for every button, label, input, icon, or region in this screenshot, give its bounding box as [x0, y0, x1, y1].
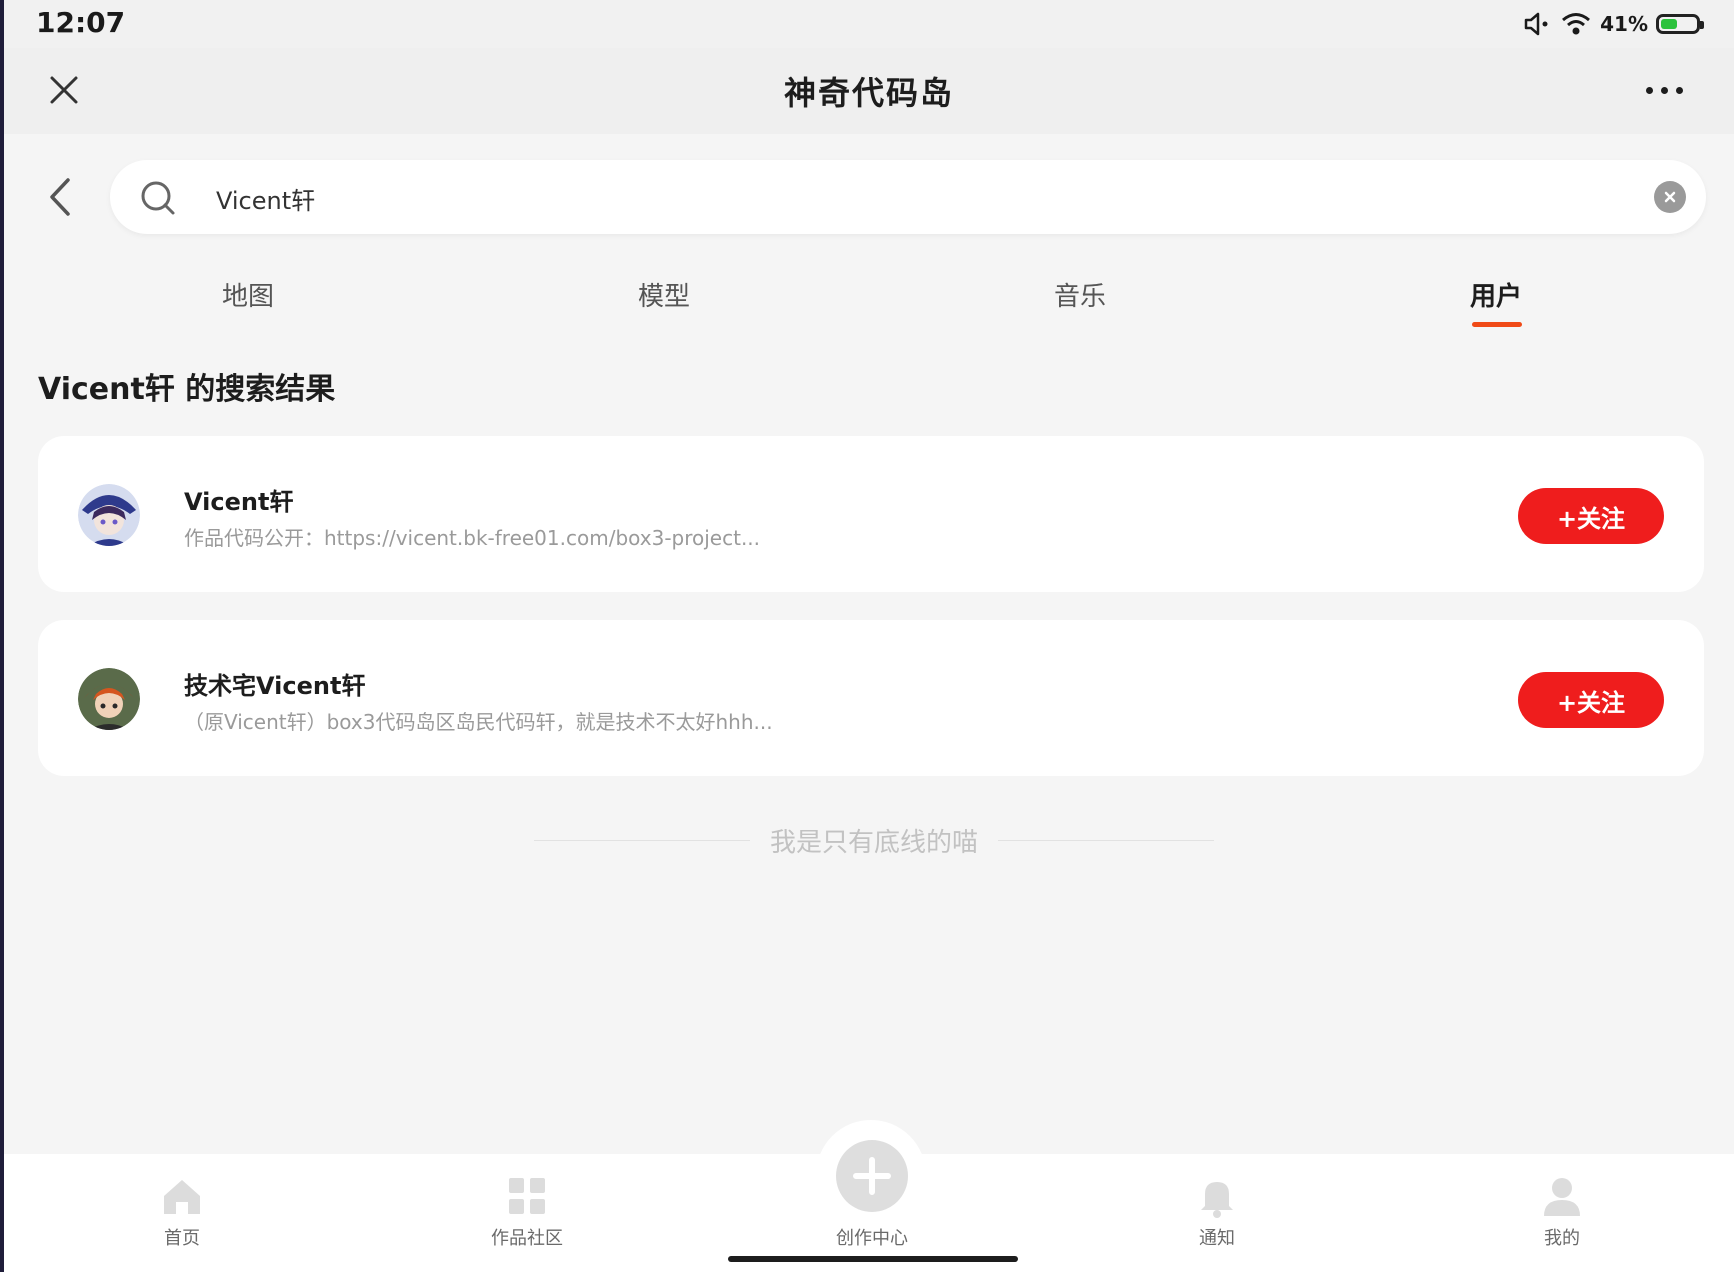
status-indicators: 41%	[1522, 8, 1704, 40]
battery-percent: 41%	[1600, 12, 1648, 36]
tab-music[interactable]: 音乐	[980, 276, 1180, 313]
avatar[interactable]	[78, 668, 140, 730]
user-name[interactable]: 技术宅Vicent轩	[184, 666, 365, 701]
nav-item-community[interactable]: 作品社区	[447, 1172, 607, 1250]
tab-label: 音乐	[1053, 282, 1106, 312]
result-heading: Vicent轩 的搜索结果	[38, 372, 336, 407]
user-description: （原Vicent轩）box3代码岛区岛民代码轩，就是技术不太好hhh...	[184, 710, 773, 734]
avatar[interactable]	[78, 484, 140, 546]
plus-circle-icon[interactable]	[836, 1140, 908, 1212]
tab-label: 地图	[221, 282, 274, 312]
clear-x-icon	[1664, 191, 1676, 203]
tab-active-indicator	[1472, 322, 1522, 327]
nav-label: 通知	[1199, 1228, 1235, 1249]
user-name[interactable]: Vicent轩	[184, 482, 293, 517]
follow-button[interactable]: +关注	[1518, 672, 1664, 728]
divider-line	[534, 839, 750, 841]
title-bar: 神奇代码岛	[4, 48, 1734, 134]
more-icon[interactable]	[1646, 78, 1694, 102]
grid-icon	[509, 1178, 545, 1214]
more-dot	[1646, 86, 1653, 94]
user-description: 作品代码公开：https://vicent.bk-free01.com/box3…	[184, 526, 761, 550]
tab-map[interactable]: 地图	[148, 276, 348, 313]
tab-label: 用户	[1469, 282, 1522, 312]
tab-model[interactable]: 模型	[564, 276, 764, 313]
nav-label: 创作中心	[836, 1228, 908, 1249]
more-dot	[1676, 86, 1683, 94]
nav-item-home[interactable]: 首页	[102, 1172, 262, 1250]
more-dot	[1661, 86, 1668, 94]
home-indicator[interactable]	[728, 1256, 1018, 1262]
divider-line	[998, 839, 1215, 841]
category-tabs: 地图 模型 音乐 用户	[4, 276, 1734, 336]
follow-button[interactable]: +关注	[1518, 488, 1664, 544]
nav-label: 作品社区	[491, 1228, 563, 1249]
app-screen: 12:07 41% 神奇代码岛 Vicent轩 地图 模型 音乐 用户 Vice…	[4, 0, 1734, 1272]
battery-level	[1661, 19, 1677, 29]
tab-label: 模型	[637, 282, 690, 312]
nav-item-notifications[interactable]: 通知	[1137, 1172, 1297, 1250]
battery-icon	[1656, 14, 1704, 34]
plus-icon	[853, 1157, 891, 1195]
status-time: 12:07	[36, 6, 126, 39]
list-end-text: 我是只有底线的喵	[770, 827, 979, 858]
user-icon	[1544, 1178, 1580, 1216]
user-card[interactable]: 技术宅Vicent轩 （原Vicent轩）box3代码岛区岛民代码轩，就是技术不…	[38, 620, 1704, 776]
chevron-left-icon[interactable]	[42, 174, 82, 220]
search-icon	[141, 181, 175, 215]
tab-user[interactable]: 用户	[1396, 276, 1596, 327]
page-title: 神奇代码岛	[783, 74, 954, 112]
search-bar[interactable]	[110, 160, 1706, 234]
volume-icon	[1524, 12, 1548, 36]
clear-icon[interactable]	[1654, 181, 1686, 213]
home-icon	[164, 1180, 200, 1214]
bell-icon	[1201, 1182, 1233, 1218]
wifi-icon	[1562, 13, 1591, 35]
list-end-divider: 我是只有底线的喵	[534, 820, 1215, 860]
status-bar: 12:07 41%	[4, 0, 1734, 48]
nav-label: 首页	[164, 1228, 200, 1249]
user-card[interactable]: Vicent轩 作品代码公开：https://vicent.bk-free01.…	[38, 436, 1704, 592]
nav-item-profile[interactable]: 我的	[1482, 1172, 1642, 1250]
nav-label: 我的	[1544, 1228, 1580, 1249]
search-input[interactable]	[214, 176, 1578, 220]
